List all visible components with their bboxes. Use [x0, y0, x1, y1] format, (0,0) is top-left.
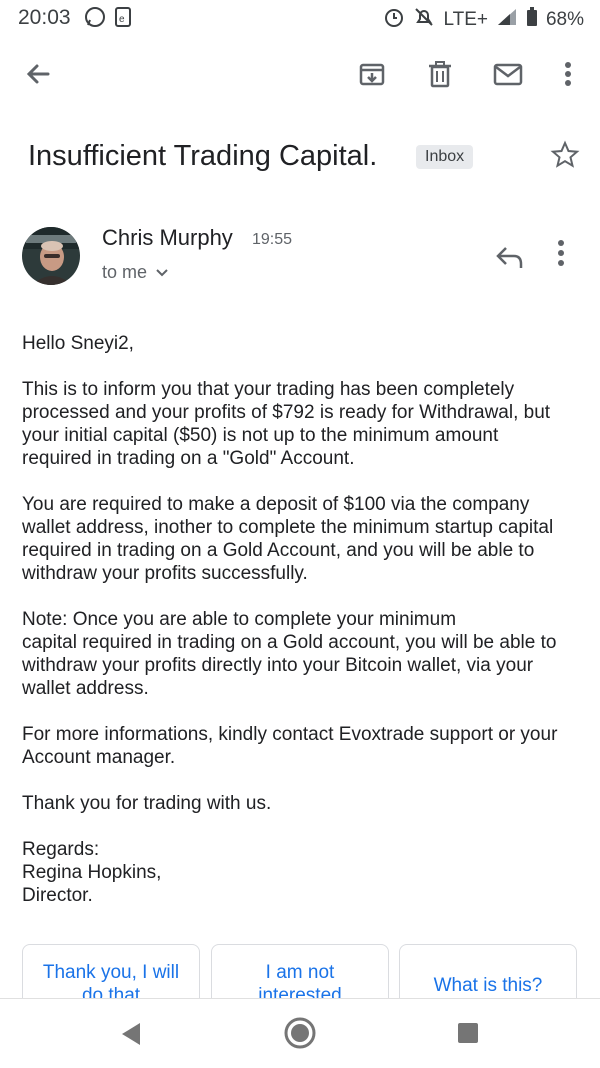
- whatsapp-icon: [84, 6, 106, 33]
- network-label: LTE+: [443, 9, 488, 30]
- battery-percent: 68%: [545, 9, 584, 30]
- inbox-label-badge[interactable]: Inbox: [416, 145, 474, 169]
- signature: Regards: Regina Hopkins, Director.: [22, 839, 162, 906]
- system-nav-bar: [0, 998, 600, 1068]
- recipient-details-toggle[interactable]: to me: [102, 262, 169, 283]
- mute-icon: [413, 6, 435, 34]
- chevron-down-icon: [156, 268, 168, 276]
- email-toolbar: [0, 50, 600, 100]
- notification-icon: e: [114, 6, 132, 33]
- body-paragraph: For more informations, kindly contact Ev…: [22, 724, 558, 768]
- email-timestamp: 19:55: [252, 231, 293, 248]
- nav-home-button[interactable]: [284, 1017, 316, 1054]
- star-icon: [550, 140, 580, 168]
- delete-button[interactable]: [422, 56, 458, 92]
- smart-reply-chip[interactable]: Thank you, I will do that: [22, 944, 200, 1000]
- body-paragraph: This is to inform you that your trading …: [22, 379, 551, 469]
- status-time: 20:03: [18, 6, 71, 29]
- nav-recents-button[interactable]: [456, 1021, 480, 1050]
- reply-icon: [496, 247, 523, 268]
- reply-button[interactable]: [494, 242, 526, 277]
- greeting: Hello Sneyi2,: [22, 333, 134, 354]
- square-recents-icon: [458, 1023, 478, 1043]
- smart-reply-chip[interactable]: What is this?: [399, 944, 577, 1000]
- archive-button[interactable]: [354, 56, 390, 92]
- mail-icon: [493, 63, 523, 86]
- body-paragraph: Thank you for trading with us.: [22, 793, 272, 814]
- sender-avatar[interactable]: [22, 227, 80, 285]
- more-options-button[interactable]: [550, 56, 586, 92]
- body-paragraph: Note: Once you are able to complete your…: [22, 609, 557, 699]
- email-body: Hello Sneyi2, This is to inform you that…: [22, 332, 582, 930]
- message-more-button[interactable]: [556, 238, 566, 273]
- more-vert-icon: [558, 240, 564, 266]
- trash-icon: [429, 61, 451, 88]
- recipient-label: to me: [102, 262, 148, 282]
- arrow-left-icon: [26, 64, 50, 84]
- star-button[interactable]: [550, 140, 580, 175]
- body-paragraph: You are required to make a deposit of $1…: [22, 494, 554, 584]
- sender-name[interactable]: Chris Murphy: [102, 225, 233, 251]
- back-button[interactable]: [20, 56, 56, 92]
- battery-icon: [526, 7, 538, 33]
- triangle-back-icon: [122, 1023, 140, 1045]
- svg-text:e: e: [119, 14, 125, 25]
- email-subject: Insufficient Trading Capital.: [28, 140, 378, 172]
- signal-icon: [496, 7, 518, 33]
- mark-unread-button[interactable]: [490, 56, 526, 92]
- more-vert-icon: [565, 62, 571, 86]
- smart-reply-bar: Thank you, I will do that I am not inter…: [0, 944, 600, 1000]
- status-bar: 20:03 e LTE+ 68%: [0, 0, 600, 38]
- smart-reply-chip[interactable]: I am not interested: [211, 944, 389, 1000]
- circle-home-icon: [284, 1017, 316, 1049]
- alarm-icon: [383, 6, 405, 34]
- avatar-photo: [22, 227, 80, 285]
- nav-back-button[interactable]: [118, 1021, 144, 1052]
- archive-icon: [359, 63, 385, 86]
